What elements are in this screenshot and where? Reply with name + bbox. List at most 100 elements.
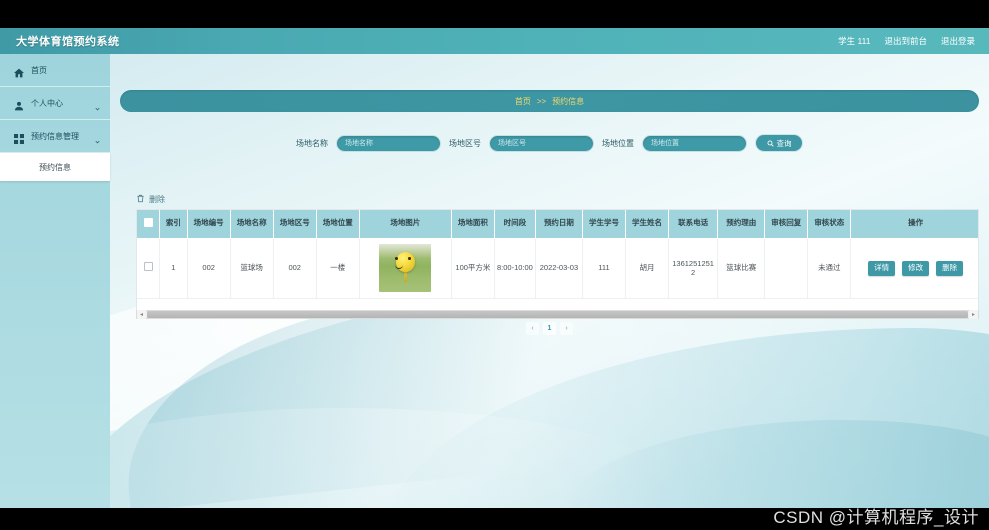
chevron-down-icon [94, 133, 101, 144]
col-venue-location: 场地位置 [316, 210, 360, 239]
data-table: 索引 场地编号 场地名称 场地区号 场地位置 场地图片 场地面积 时间段 预约日… [137, 210, 978, 299]
cell-venue-name: 篮球场 [230, 238, 274, 299]
cell-student-name: 胡月 [625, 238, 670, 299]
pagination-prev[interactable]: ‹ [526, 322, 539, 335]
venue-thumbnail[interactable] [379, 244, 432, 292]
user-icon [14, 98, 24, 111]
row-checkbox[interactable] [143, 262, 153, 272]
venue-area-no-placeholder: 场地区号 [498, 140, 526, 147]
select-all-header [137, 210, 161, 239]
breadcrumb: 首页 >> 预约信息 [120, 90, 979, 112]
venue-name-input[interactable]: 场地名称 [336, 134, 441, 152]
breadcrumb-current: 预约信息 [552, 96, 585, 106]
select-all-checkbox[interactable] [143, 217, 153, 227]
current-user-label: 学生 111 [838, 36, 871, 46]
search-icon [767, 134, 774, 152]
pagination-page-1[interactable]: 1 [543, 322, 556, 335]
sidebar-item-home-label: 首页 [31, 65, 47, 75]
search-filter-bar: 场地名称 场地名称 场地区号 场地区号 场地位置 场地位置 查询 [120, 128, 979, 158]
pagination-next[interactable]: › [560, 322, 573, 335]
window-frame-top [0, 0, 989, 28]
app-title: 大学体育馆预约系统 [16, 36, 120, 48]
cell-venue-image [359, 238, 452, 299]
col-review-status: 审核状态 [807, 210, 852, 239]
cell-review-status: 未通过 [807, 238, 852, 299]
sidebar-subitem-reservation-info[interactable]: 预约信息 [0, 153, 110, 181]
sidebar-item-reservation-management[interactable]: 预约信息管理 [0, 120, 110, 153]
search-button-label: 查询 [776, 138, 792, 148]
trash-icon [136, 190, 145, 208]
cell-venue-area-no: 002 [273, 238, 317, 299]
sidebar: 首页 个人中心 预约信息管理 预约信息 [0, 54, 110, 508]
col-student-name: 学生姓名 [625, 210, 670, 239]
cell-reserve-date: 2022-03-03 [535, 238, 584, 299]
sidebar-item-reservation-management-label: 预约信息管理 [31, 131, 79, 141]
exit-to-frontend-link[interactable]: 退出到前台 [884, 35, 927, 47]
scroll-right-arrow[interactable]: ▸ [969, 310, 978, 319]
detail-button[interactable]: 详情 [868, 260, 896, 276]
reservation-table: 索引 场地编号 场地名称 场地区号 场地位置 场地图片 场地面积 时间段 预约日… [136, 209, 979, 319]
cell-actions: 详情 修改 删除 [850, 238, 978, 299]
col-venue-name: 场地名称 [230, 210, 274, 239]
smiley-ball-icon [395, 252, 415, 273]
col-review-reply: 审核回复 [764, 210, 809, 239]
cell-index: 1 [159, 238, 188, 299]
venue-name-label: 场地名称 [296, 138, 328, 148]
venue-location-placeholder: 场地位置 [651, 140, 679, 147]
col-index: 索引 [159, 210, 188, 239]
col-reserve-date: 预约日期 [535, 210, 584, 239]
app-root: 大学体育馆预约系统 学生 111 退出到前台 退出登录 首页 个人中心 预约信息… [0, 0, 989, 530]
table-horizontal-scrollbar[interactable]: ◂ ▸ [136, 310, 979, 319]
breadcrumb-separator: >> [536, 96, 547, 106]
edit-button[interactable]: 修改 [902, 260, 930, 276]
main-content: 首页 >> 预约信息 场地名称 场地名称 场地区号 场地区号 场地位置 场地位置 [110, 54, 989, 508]
sidebar-item-personal-center[interactable]: 个人中心 [0, 87, 110, 120]
cell-time-slot: 8:00-10:00 [494, 238, 536, 299]
cell-reason: 篮球比赛 [717, 238, 766, 299]
bulk-delete-label: 删除 [149, 194, 165, 204]
col-time-slot: 时间段 [494, 210, 536, 239]
col-venue-area-no: 场地区号 [273, 210, 317, 239]
smiley-mouth [394, 264, 403, 269]
delete-button[interactable]: 删除 [936, 260, 964, 276]
cell-review-reply [764, 238, 809, 299]
header-actions: 学生 111 退出到前台 退出登录 [838, 35, 975, 47]
venue-area-no-input[interactable]: 场地区号 [489, 134, 594, 152]
home-icon [14, 65, 24, 78]
chevron-down-icon [94, 100, 101, 111]
search-button[interactable]: 查询 [755, 134, 803, 152]
page-body: 大学体育馆预约系统 学生 111 退出到前台 退出登录 首页 个人中心 预约信息… [0, 28, 989, 508]
sidebar-subitem-reservation-info-label: 预约信息 [39, 162, 71, 172]
row-action-group: 详情 修改 删除 [853, 260, 978, 276]
cell-student-id: 111 [582, 238, 627, 299]
app-header: 大学体育馆预约系统 学生 111 退出到前台 退出登录 [0, 28, 989, 54]
row-select-cell [137, 238, 161, 299]
breadcrumb-home[interactable]: 首页 [515, 96, 531, 107]
cell-venue-location: 一楼 [316, 238, 360, 299]
sidebar-item-home[interactable]: 首页 [0, 54, 110, 87]
col-student-id: 学生学号 [582, 210, 627, 239]
venue-location-input[interactable]: 场地位置 [642, 134, 747, 152]
table-row: 1 002 篮球场 002 一楼 100平方米 8:00-10:00 2022-… [137, 238, 978, 299]
grid-icon [14, 131, 24, 144]
cell-venue-area: 100平方米 [451, 238, 495, 299]
venue-location-label: 场地位置 [602, 138, 634, 148]
pagination: ‹ 1 › [110, 322, 989, 335]
venue-name-placeholder: 场地名称 [345, 140, 373, 147]
col-venue-no: 场地编号 [187, 210, 231, 239]
watermark: CSDN @计算机程序_设计 [773, 508, 979, 527]
col-venue-image: 场地图片 [359, 210, 452, 239]
scroll-left-arrow[interactable]: ◂ [137, 310, 146, 319]
bulk-delete-button[interactable]: 删除 [136, 190, 165, 208]
col-venue-area: 场地面积 [451, 210, 495, 239]
table-header-row: 索引 场地编号 场地名称 场地区号 场地位置 场地图片 场地面积 时间段 预约日… [137, 210, 978, 239]
col-phone: 联系电话 [668, 210, 719, 239]
scrollbar-thumb[interactable] [147, 311, 968, 318]
sidebar-item-personal-center-label: 个人中心 [31, 98, 63, 108]
cell-venue-no: 002 [187, 238, 231, 299]
col-actions: 操作 [850, 210, 978, 239]
col-reason: 预约理由 [717, 210, 766, 239]
cell-phone: 13612512512 [668, 238, 719, 299]
logout-link[interactable]: 退出登录 [941, 35, 975, 47]
venue-area-no-label: 场地区号 [449, 138, 481, 148]
